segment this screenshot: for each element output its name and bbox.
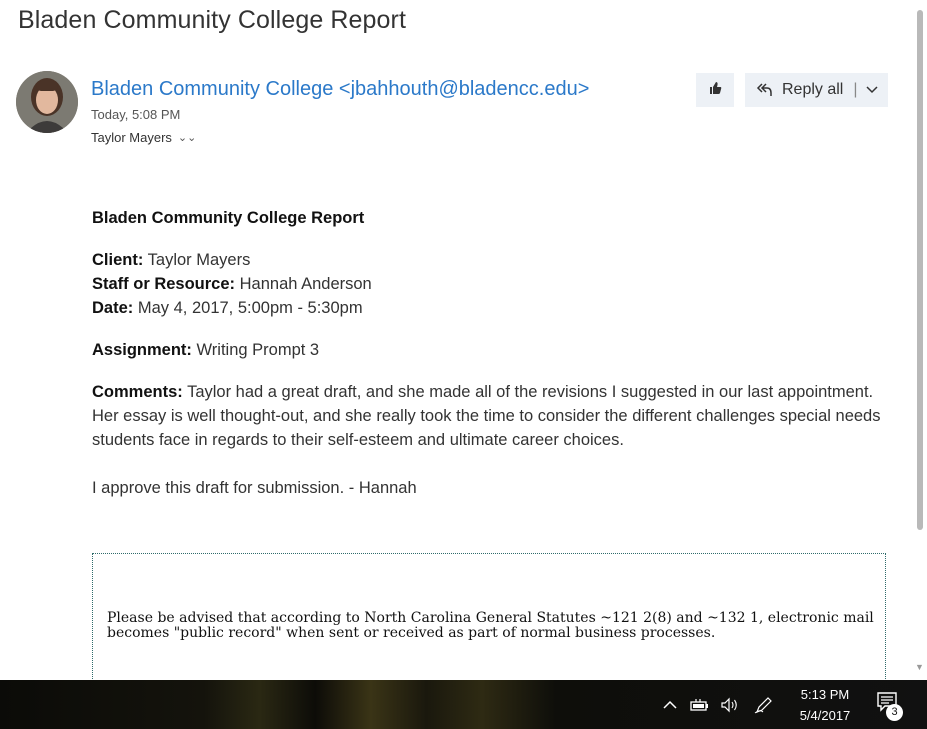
battery-icon[interactable]: [690, 680, 710, 729]
approval-line: I approve this draft for submission. - H…: [92, 479, 417, 497]
scroll-down-arrow-icon[interactable]: ▼: [915, 662, 924, 672]
scrollbar-thumb[interactable]: [917, 10, 923, 530]
sender-name[interactable]: Bladen Community College <jbahhouth@blad…: [91, 78, 589, 101]
pen-icon[interactable]: [754, 680, 774, 729]
assignment-line: Assignment: Writing Prompt 3: [92, 338, 892, 362]
recipient-line[interactable]: Taylor Mayers ⌄⌄: [91, 130, 196, 145]
date-label: Date:: [92, 299, 134, 317]
reply-all-label: Reply all: [782, 81, 844, 98]
notification-count-badge: 3: [886, 704, 903, 721]
received-time: Today, 5:08 PM: [91, 107, 181, 122]
comments-value: Taylor had a great draft, and she made a…: [92, 383, 881, 449]
avatar[interactable]: [16, 71, 78, 133]
like-button[interactable]: [696, 73, 734, 107]
chevron-up-icon[interactable]: [663, 680, 677, 729]
email-subject: Bladen Community College Report: [18, 6, 407, 34]
taskbar-clock[interactable]: 5:13 PM 5/4/2017: [790, 684, 860, 726]
taskbar: 5:13 PM 5/4/2017 3: [0, 680, 927, 729]
assignment-value: Writing Prompt 3: [196, 341, 320, 359]
scrollbar[interactable]: ▼: [913, 0, 927, 680]
public-record-notice: Please be advised that according to Nort…: [92, 553, 886, 693]
reply-all-icon: [755, 81, 773, 99]
comments-label: Comments:: [92, 383, 183, 401]
speaker-icon[interactable]: [720, 680, 740, 729]
chevron-down-icon[interactable]: [865, 81, 878, 99]
report-title: Bladen Community College Report: [92, 209, 365, 227]
client-label: Client:: [92, 251, 144, 269]
thumbs-up-icon: [707, 80, 723, 101]
divider: |: [853, 81, 858, 98]
staff-value: Hannah Anderson: [239, 275, 372, 293]
staff-label: Staff or Resource:: [92, 275, 236, 293]
reply-all-button[interactable]: Reply all |: [745, 73, 888, 107]
report-details: Client: Taylor Mayers Staff or Resource:…: [92, 248, 892, 320]
email-body: Bladen Community College Report Client: …: [92, 206, 892, 518]
clock-date: 5/4/2017: [799, 708, 851, 723]
notice-text: Please be advised that according to Nort…: [107, 610, 874, 641]
action-center-icon[interactable]: 3: [876, 691, 903, 721]
clock-time: 5:13 PM: [800, 687, 850, 702]
recipient-name: Taylor Mayers: [91, 130, 172, 145]
assignment-label: Assignment:: [92, 341, 192, 359]
comments-paragraph: Comments: Taylor had a great draft, and …: [92, 380, 892, 452]
client-value: Taylor Mayers: [147, 251, 251, 269]
double-chevron-down-icon[interactable]: ⌄⌄: [178, 131, 196, 144]
date-value: May 4, 2017, 5:00pm - 5:30pm: [137, 299, 363, 317]
